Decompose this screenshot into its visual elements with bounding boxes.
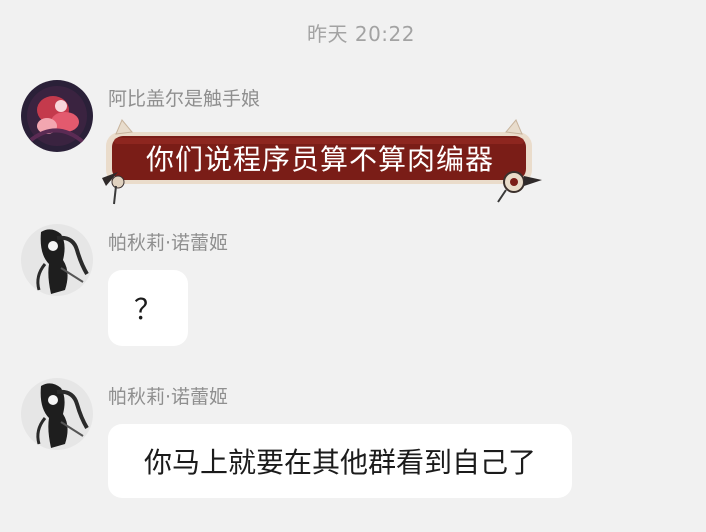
avatar-image-icon (21, 80, 93, 152)
avatar[interactable] (21, 378, 93, 450)
avatar[interactable] (21, 224, 93, 296)
message-text: 你们说程序员算不算肉编器 (145, 143, 494, 176)
message-bubble-decorated[interactable]: 你们说程序员算不算肉编器 (96, 116, 546, 208)
sender-name: 帕秋莉·诺蕾姬 (108, 232, 229, 254)
message-text: 你马上就要在其他群看到自己了 (143, 446, 536, 479)
avatar[interactable] (21, 80, 93, 152)
avatar-image-icon (21, 378, 93, 450)
avatar-image-icon (21, 224, 93, 296)
message-bubble[interactable]: ？ (108, 270, 188, 346)
sender-name: 阿比盖尔是触手娘 (108, 88, 261, 110)
message-bubble[interactable]: 你马上就要在其他群看到自己了 (108, 424, 572, 498)
message-text: ？ (133, 293, 162, 326)
chat-timestamp: 昨天 20:22 (307, 22, 415, 46)
sender-name: 帕秋莉·诺蕾姬 (108, 386, 229, 408)
